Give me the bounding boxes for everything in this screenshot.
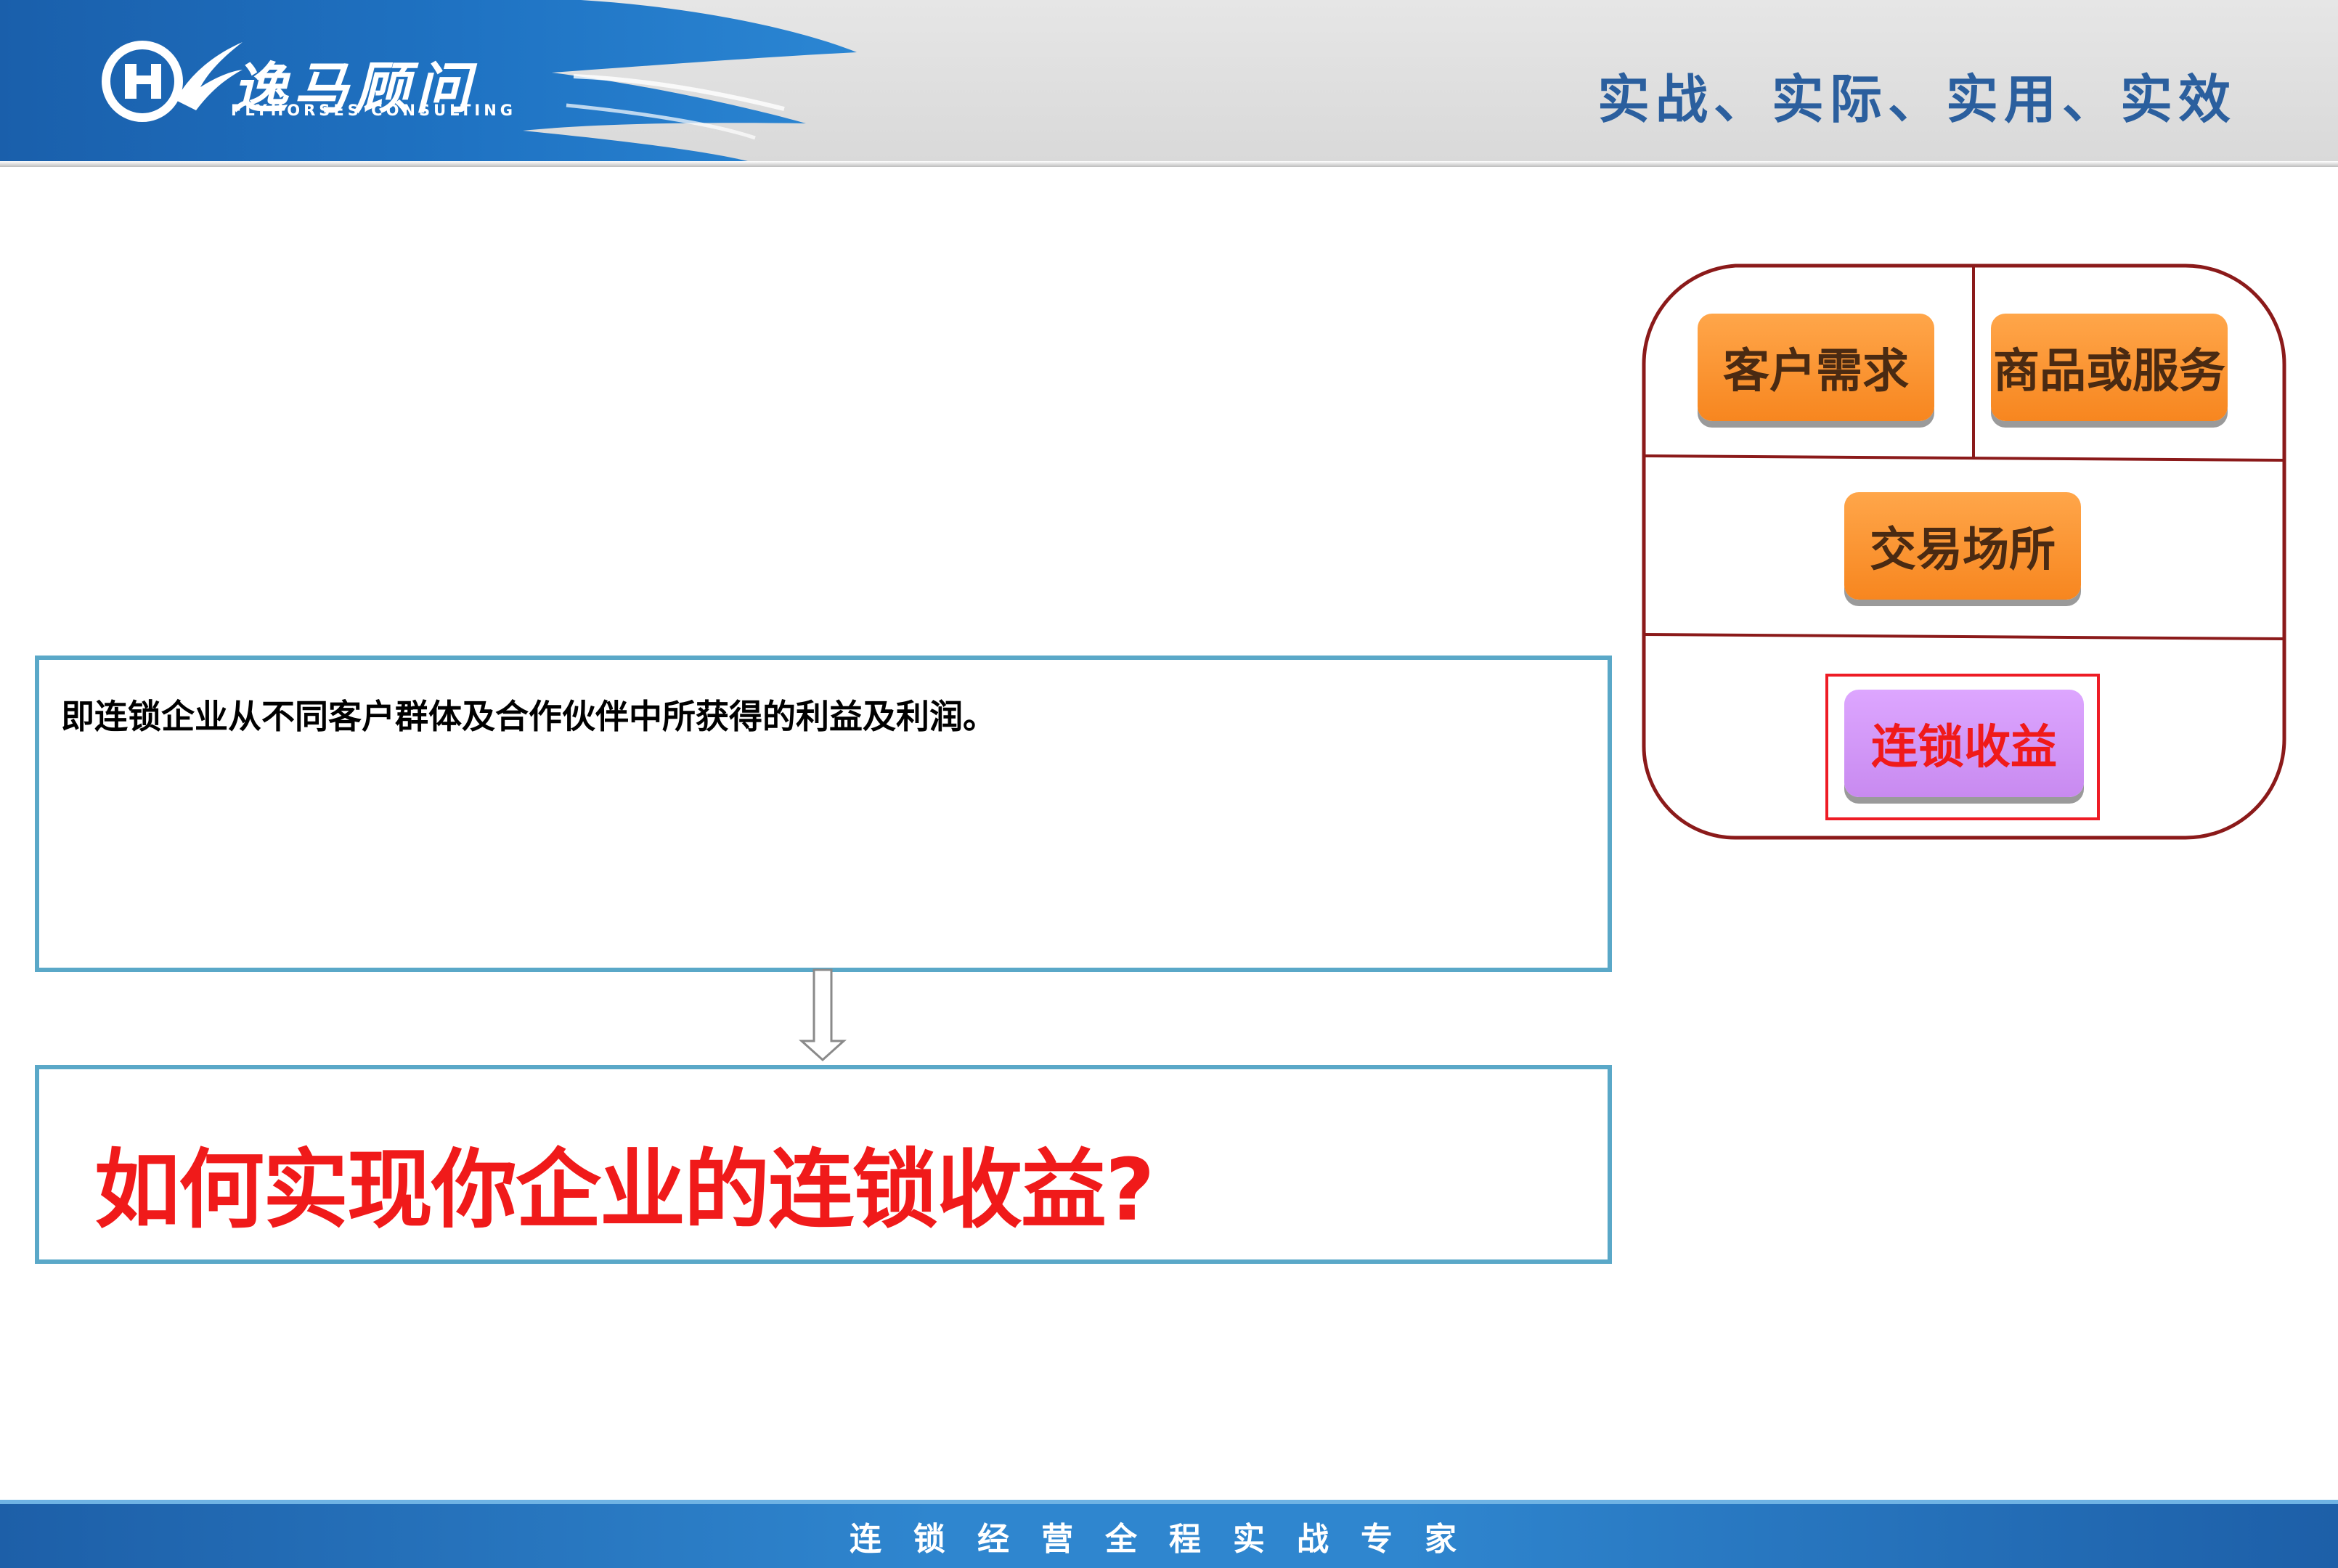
question-box: 如何实现你企业的连锁收益?	[35, 1065, 1612, 1264]
customer-demand-chip: 客户需求	[1698, 314, 1934, 421]
header-slogan: 实战、实际、实用、实效	[1597, 69, 2236, 130]
question-text: 如何实现你企业的连锁收益?	[94, 1140, 1154, 1240]
chain-revenue-chip: 连锁收益	[1844, 690, 2084, 797]
definition-text: 即连锁企业从不同客户群体及合作伙伴中所获得的利益及利润。	[61, 697, 996, 736]
goods-or-services-chip: 商品或服务	[1991, 314, 2228, 421]
flyhorses-logo-icon	[102, 41, 243, 122]
logo-english-name: FLYHORSES CONSULTING	[231, 102, 517, 119]
footer-bar: 连锁经营全程实战专家	[0, 1500, 2338, 1568]
definition-box: 即连锁企业从不同客户群体及合作伙伴中所获得的利益及利润。	[35, 656, 1612, 972]
footer-slogan: 连锁经营全程实战专家	[850, 1521, 1488, 1558]
header-bar: 逸马顾问 FLYHORSES CONSULTING 实战、实际、实用、实效	[0, 0, 2338, 161]
trading-venue-chip: 交易场所	[1844, 492, 2081, 600]
down-arrow-icon	[799, 968, 847, 1062]
header-divider	[0, 161, 2338, 167]
footer-highlight-line	[0, 1500, 2338, 1504]
